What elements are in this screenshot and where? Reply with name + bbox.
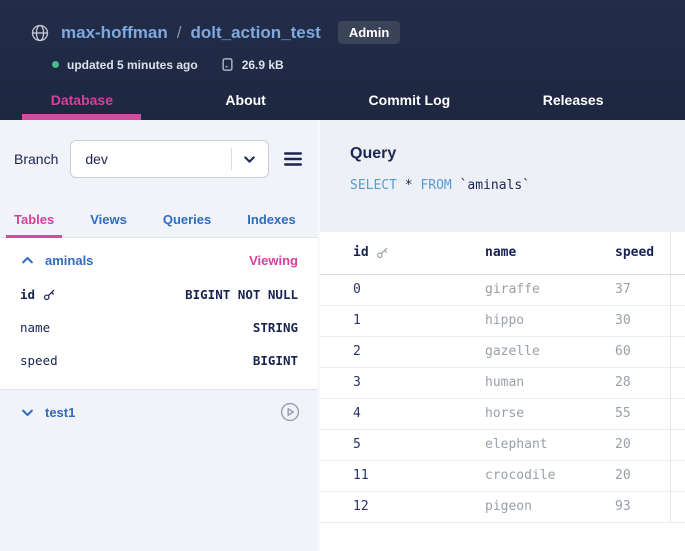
cell-speed: 60 (615, 336, 670, 367)
branch-select-value: dev (85, 151, 231, 167)
cell-speed: 20 (615, 429, 670, 460)
repo-header: max-hoffman / dolt_action_test Admin upd… (0, 0, 685, 120)
cell-name: horse (485, 398, 615, 429)
column-row-speed: speed BIGINT (20, 344, 298, 377)
admin-badge: Admin (338, 21, 400, 44)
table-item-aminals[interactable]: aminals Viewing (20, 251, 298, 278)
sql-table-ref: `aminals` (460, 178, 530, 193)
tab-views[interactable]: Views (82, 204, 135, 238)
cell-speed: 55 (615, 398, 670, 429)
nav-tab-database[interactable]: Database (0, 92, 164, 108)
nav-tab-commit-log[interactable]: Commit Log (328, 92, 492, 108)
sidebar-tabs: Tables Views Queries Indexes (0, 204, 318, 238)
database-sidebar: Branch dev Tables (0, 120, 320, 551)
tab-indexes[interactable]: Indexes (239, 204, 303, 238)
sql-star: * (405, 178, 413, 193)
cell-id: 3 (320, 367, 485, 398)
updated-text: updated 5 minutes ago (67, 58, 198, 72)
chevron-down-icon (20, 405, 35, 420)
column-name: name (20, 320, 50, 335)
cell-name: elephant (485, 429, 615, 460)
table-row[interactable]: 0 giraffe 37 (320, 274, 685, 305)
branch-selector-row: Branch dev (0, 120, 318, 178)
repo-size-text: 26.9 kB (242, 58, 284, 72)
dolthub-database-page: max-hoffman / dolt_action_test Admin upd… (0, 0, 685, 551)
cell-name: gazelle (485, 336, 615, 367)
primary-key-icon (43, 288, 56, 301)
query-title: Query (350, 145, 665, 163)
tab-queries[interactable]: Queries (155, 204, 219, 238)
column-type: BIGINT NOT NULL (185, 287, 298, 302)
viewing-badge: Viewing (249, 253, 298, 268)
cell-speed: 37 (615, 274, 670, 305)
branch-label: Branch (14, 151, 58, 167)
branch-select[interactable]: dev (70, 140, 269, 178)
query-panel: Query SELECT * FROM `aminals` (320, 120, 685, 232)
table-row[interactable]: 5 elephant 20 (320, 429, 685, 460)
content-area: Branch dev Tables (0, 120, 685, 551)
sql-keyword: FROM (420, 178, 451, 193)
cell-speed: 30 (615, 305, 670, 336)
table-row[interactable]: 3 human 28 (320, 367, 685, 398)
column-row-id: id BIGINT NOT NULL (20, 278, 298, 311)
sql-query-text: SELECT * FROM `aminals` (350, 178, 665, 193)
cell-name: hippo (485, 305, 615, 336)
hamburger-menu-icon[interactable] (282, 148, 304, 170)
updated-status-dot (52, 61, 59, 68)
column-type: BIGINT (253, 353, 298, 368)
owner-link[interactable]: max-hoffman (61, 23, 168, 43)
table-row[interactable]: 1 hippo 30 (320, 305, 685, 336)
query-results-panel: Query SELECT * FROM `aminals` id (320, 120, 685, 551)
column-header-id[interactable]: id (320, 232, 485, 274)
cell-id: 0 (320, 274, 485, 305)
nav-tab-releases[interactable]: Releases (491, 92, 655, 108)
tab-tables[interactable]: Tables (6, 204, 62, 238)
cell-name: pigeon (485, 491, 615, 522)
column-header-name[interactable]: name (485, 232, 615, 274)
expanded-table-card: aminals Viewing id BIGINT NOT NULL name (0, 238, 318, 390)
cell-id: 11 (320, 460, 485, 491)
cell-speed: 20 (615, 460, 670, 491)
chevron-up-icon (20, 253, 35, 268)
title-separator: / (177, 23, 182, 43)
table-row[interactable]: 4 horse 55 (320, 398, 685, 429)
repo-nav: Database About Commit Log Releases (0, 86, 655, 114)
repo-meta-row: updated 5 minutes ago 26.9 kB (0, 44, 685, 72)
primary-key-icon (376, 246, 389, 259)
column-name: speed (20, 353, 58, 368)
cell-id: 1 (320, 305, 485, 336)
table-row[interactable]: 12 pigeon 93 (320, 491, 685, 522)
cell-id: 2 (320, 336, 485, 367)
column-header-label: id (353, 245, 369, 260)
cell-speed: 28 (615, 367, 670, 398)
cell-id: 12 (320, 491, 485, 522)
cell-name: crocodile (485, 460, 615, 491)
table-item-test1[interactable]: test1 (0, 390, 318, 434)
column-header-speed[interactable]: speed (615, 232, 670, 274)
column-type: STRING (253, 320, 298, 335)
repo-link[interactable]: dolt_action_test (190, 23, 320, 43)
repo-title-row: max-hoffman / dolt_action_test Admin (0, 0, 685, 44)
cell-id: 4 (320, 398, 485, 429)
results-header-row: id name speed (320, 232, 685, 274)
cell-id: 5 (320, 429, 485, 460)
table-name: aminals (45, 253, 93, 268)
column-name: id (20, 287, 35, 302)
cell-name: human (485, 367, 615, 398)
table-name: test1 (45, 405, 75, 420)
branch-select-divider (231, 148, 232, 170)
repo-size-icon (220, 57, 235, 72)
chevron-down-icon (241, 151, 258, 168)
globe-icon (30, 23, 50, 43)
query-results-table: id name speed (320, 232, 685, 523)
cell-speed: 93 (615, 491, 670, 522)
column-row-name: name STRING (20, 311, 298, 344)
table-row[interactable]: 11 crocodile 20 (320, 460, 685, 491)
nav-tab-about[interactable]: About (164, 92, 328, 108)
sql-keyword: SELECT (350, 178, 397, 193)
run-table-query-icon[interactable] (279, 401, 301, 423)
nav-active-indicator (22, 114, 141, 120)
table-row[interactable]: 2 gazelle 60 (320, 336, 685, 367)
cell-name: giraffe (485, 274, 615, 305)
